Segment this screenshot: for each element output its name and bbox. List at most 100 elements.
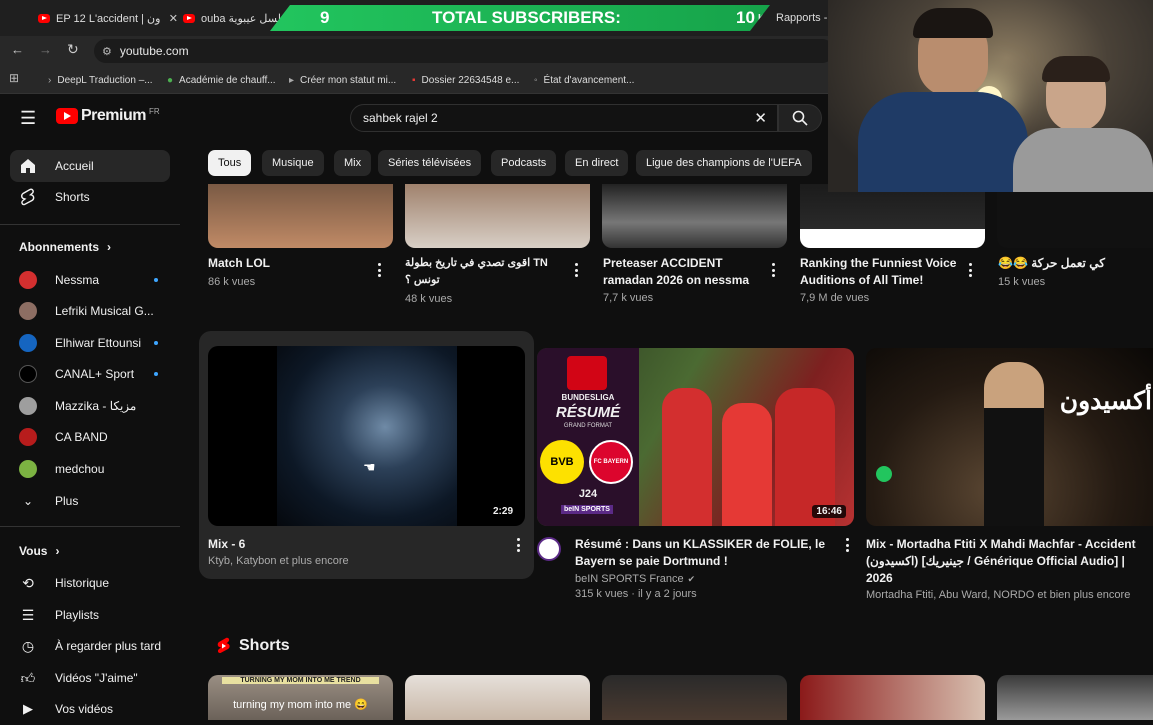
browser-tab[interactable]: Rapports - i [776, 6, 828, 30]
chip-en-direct[interactable]: En direct [565, 150, 629, 176]
channel-name[interactable]: beIN SPORTS France [575, 573, 684, 585]
sidebar-item-label: Nessma [55, 273, 100, 287]
video-views: 15 k vues [998, 276, 1046, 288]
video-thumbnail[interactable] [997, 184, 1153, 248]
video-thumbnail[interactable] [800, 184, 985, 248]
new-content-dot [154, 372, 158, 376]
shorts-logo-icon [217, 637, 230, 654]
video-views: 7,7 k vues [603, 292, 654, 304]
video-info: كي تعمل حركة 😂😂 15 k vues [998, 255, 1148, 288]
search-button[interactable] [778, 104, 822, 132]
video-info: TN اقوى تصدي في تاريخ بطولة تونس ؟ 48 k … [405, 255, 565, 305]
sidebar-item-your-videos[interactable]: ▶ Vos vidéos [10, 693, 170, 725]
apps-grid-icon[interactable]: ⊞ [9, 71, 19, 85]
player-figure [662, 388, 712, 526]
bookmark-item[interactable]: ▪ Dossier 22634548 e... [412, 70, 519, 90]
video-duration: 2:29 [488, 505, 517, 518]
back-arrow-icon[interactable]: ← [11, 42, 24, 57]
more-actions-icon[interactable] [571, 263, 581, 277]
bookmark-icon: ◦ [534, 74, 538, 86]
bookmark-label: DeepL Traduction –... [57, 74, 153, 86]
sidebar-item-label: CA BAND [55, 430, 108, 444]
chip-ligue-champions[interactable]: Ligue des champions de l'UEFA [636, 150, 812, 176]
more-actions-icon[interactable] [842, 538, 852, 552]
url-field[interactable]: ⚙ youtube.com [94, 39, 834, 63]
bookmark-label: Créer mon statut mi... [300, 74, 397, 86]
url-text: youtube.com [119, 44, 189, 58]
video-title[interactable]: كي تعمل حركة 😂😂 [998, 255, 1148, 272]
video-title[interactable]: Mix - Mortadha Ftiti X Mahdi Machfar - A… [866, 536, 1148, 587]
subscriptions-heading[interactable]: Abonnements › [19, 240, 111, 254]
thumbnail-league: BUNDESLIGA [561, 393, 615, 402]
forward-arrow-icon[interactable]: → [39, 42, 52, 57]
playlist-icon: ☰ [21, 606, 35, 623]
bookmark-item[interactable]: ● Académie de chauff... [167, 70, 276, 90]
bookmark-item[interactable]: ◦ État d'avancement... [534, 70, 634, 90]
sidebar-item-shorts[interactable]: Shorts [10, 181, 170, 213]
video-title[interactable]: TN اقوى تصدي في تاريخ بطولة تونس ؟ [405, 255, 565, 289]
chip-musique[interactable]: Musique [262, 150, 324, 176]
site-info-icon[interactable]: ⚙ [102, 45, 112, 58]
bein-logo: beIN SPORTS [561, 505, 613, 514]
sidebar-item-liked[interactable]: 👍︎ Vidéos "J'aime" [10, 662, 170, 694]
more-actions-icon[interactable] [965, 263, 975, 277]
thumbnail-panel: BUNDESLIGA RÉSUMÉ GRAND FORMAT BVB FC BA… [537, 348, 639, 526]
sidebar-channel-elhiwar[interactable]: Elhiwar Ettounsi [10, 327, 170, 359]
bundesliga-thumbnail[interactable]: BUNDESLIGA RÉSUMÉ GRAND FORMAT BVB FC BA… [537, 348, 854, 526]
browser-tab[interactable]: ouba مسلسل عيبوية [183, 6, 283, 30]
bookmark-item[interactable]: › DeepL Traduction –... [48, 70, 153, 90]
chip-tous[interactable]: Tous [208, 150, 252, 176]
short-thumbnail[interactable] [800, 675, 985, 720]
video-thumbnail[interactable] [602, 184, 787, 248]
bookmark-icon: › [48, 74, 52, 86]
person-hair [913, 8, 993, 38]
sidebar-item-plus[interactable]: ⌄ Plus [10, 485, 170, 517]
short-thumbnail[interactable] [602, 675, 787, 720]
short-thumbnail[interactable] [405, 675, 590, 720]
sidebar-channel-caband[interactable]: CA BAND [10, 421, 170, 453]
sidebar-channel-canal[interactable]: CANAL+ Sport [10, 358, 170, 390]
video-title[interactable]: Résumé : Dans un KLASSIKER de FOLIE, le … [575, 536, 830, 570]
tab-label: EP 12 L'accident | ون [56, 12, 161, 25]
clear-search-icon[interactable]: ✕ [754, 109, 767, 127]
sidebar-item-historique[interactable]: ⟲ Historique [10, 567, 170, 599]
video-title[interactable]: Match LOL [208, 255, 368, 272]
sidebar-item-watch-later[interactable]: ◷ À regarder plus tard [10, 630, 170, 662]
bookmark-item[interactable]: ▸ Créer mon statut mi... [289, 70, 396, 90]
chip-mix[interactable]: Mix [334, 150, 372, 176]
sidebar-channel-lefriki[interactable]: Lefriki Musical G... [10, 295, 170, 327]
bvb-crest: BVB [540, 440, 584, 484]
video-thumbnail[interactable] [208, 184, 393, 248]
sidebar-channel-medchou[interactable]: medchou [10, 453, 170, 485]
chip-series[interactable]: Séries télévisées [378, 150, 482, 176]
home-icon [21, 159, 35, 173]
channel-avatar[interactable] [537, 537, 561, 561]
search-input[interactable]: sahbek rajel 2 ✕ [350, 104, 778, 132]
sidebar-item-label: medchou [55, 462, 105, 476]
video-title[interactable]: Mix - 6 [208, 536, 498, 553]
browser-tab[interactable]: EP 12 L'accident | ون ✕ [38, 6, 178, 30]
video-title[interactable]: Ranking the Funniest Voice Auditions of … [800, 255, 960, 289]
video-title[interactable]: Preteaser ACCIDENT ramadan 2026 on nessm… [603, 255, 763, 289]
reload-icon[interactable]: ↻ [67, 41, 79, 58]
sidebar-channel-mazzika[interactable]: Mazzika - مزيكا [10, 390, 170, 422]
video-thumbnail[interactable] [405, 184, 590, 248]
chevron-right-icon: › [107, 240, 112, 254]
close-tab-icon[interactable]: ✕ [169, 12, 178, 25]
more-actions-icon[interactable] [374, 263, 384, 277]
sidebar-item-label: CANAL+ Sport [55, 367, 135, 381]
more-actions-icon[interactable] [513, 538, 523, 552]
short-thumbnail[interactable] [997, 675, 1153, 720]
mix-thumbnail[interactable]: 2:29 [208, 346, 525, 526]
person-body [1013, 128, 1153, 192]
new-content-dot [154, 278, 158, 282]
short-thumbnail[interactable]: TURNING MY MOM INTO ME TREND turning my … [208, 675, 393, 720]
chip-podcasts[interactable]: Podcasts [491, 150, 557, 176]
sidebar-item-playlists[interactable]: ☰ Playlists [10, 599, 170, 631]
more-actions-icon[interactable] [768, 263, 778, 277]
sidebar-item-label: Mazzika - مزيكا [55, 399, 137, 413]
mix-thumbnail[interactable]: أكسيدون [866, 348, 1153, 526]
sidebar-item-accueil[interactable]: Accueil [10, 150, 170, 182]
sidebar-channel-nessma[interactable]: Nessma [10, 264, 170, 296]
you-heading[interactable]: Vous › [19, 544, 59, 558]
